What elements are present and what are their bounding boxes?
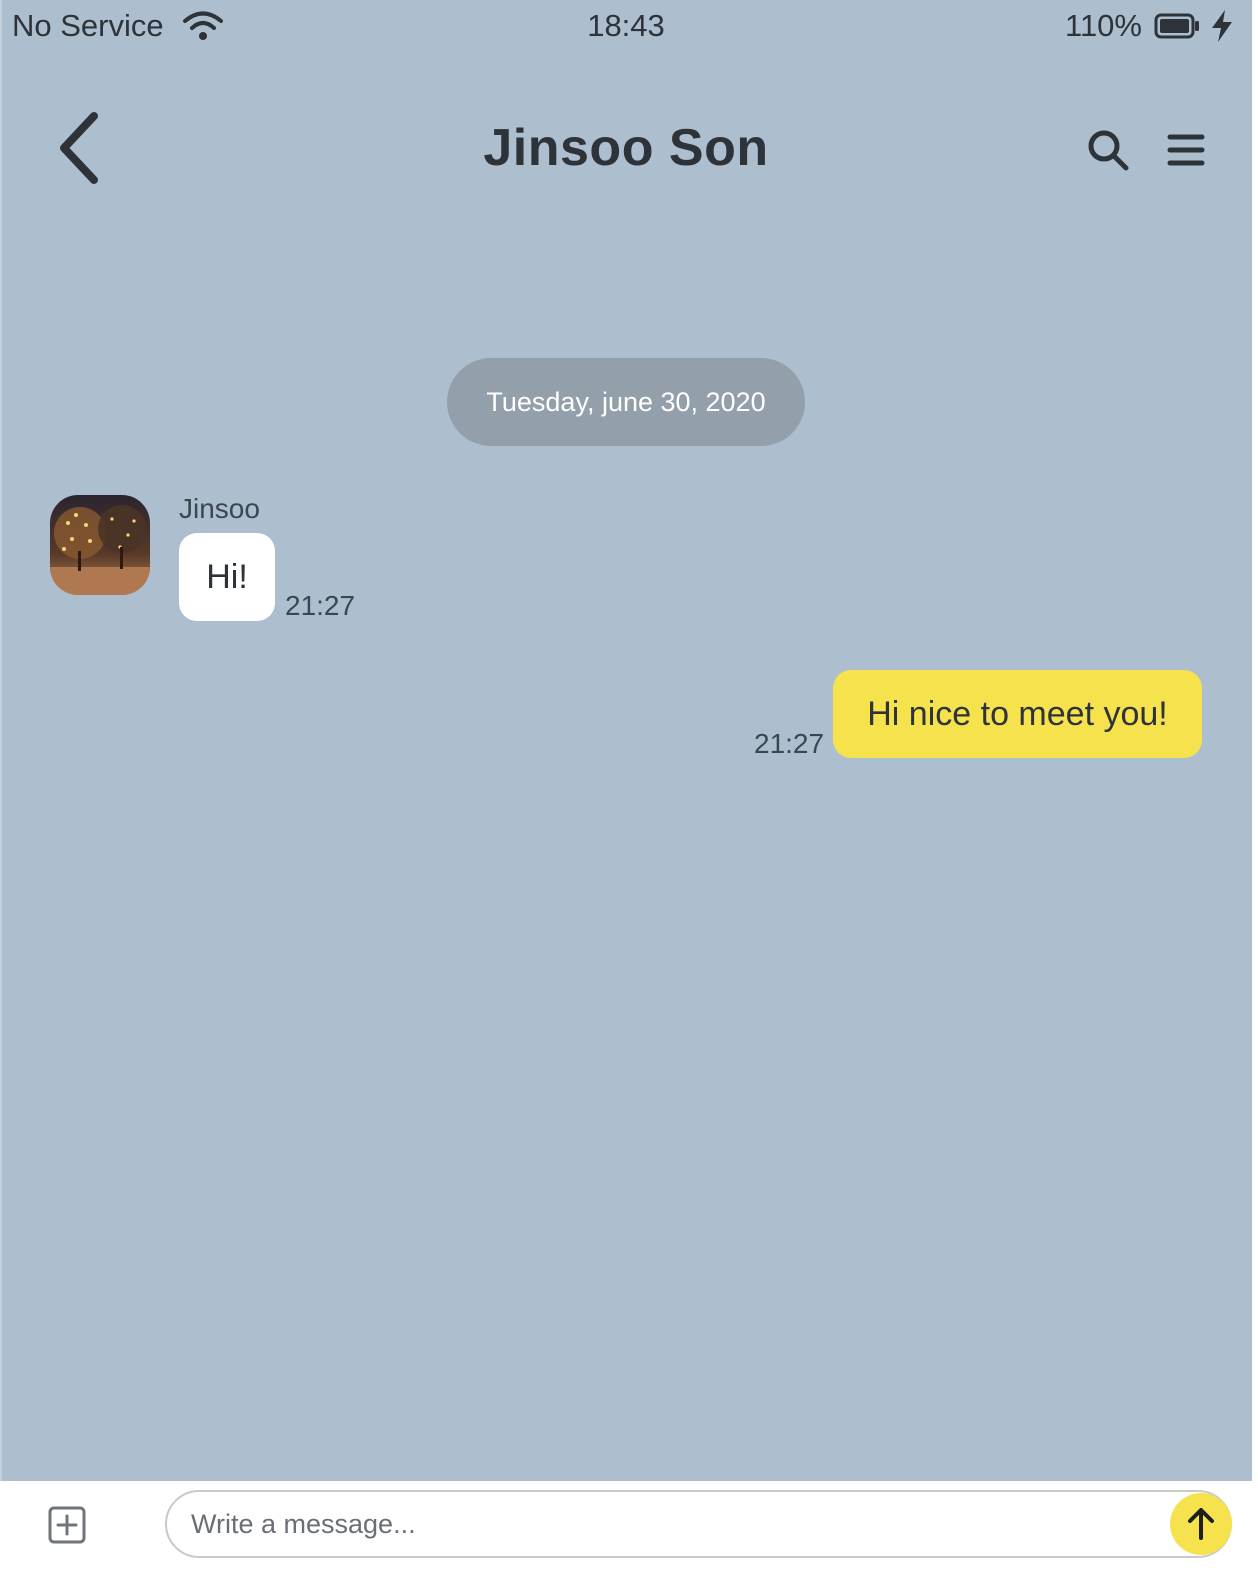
battery-percent: 110% [1065, 8, 1142, 43]
search-button[interactable] [1082, 124, 1134, 176]
status-bar: No Service 18:43 110% [0, 0, 1252, 56]
message-input[interactable] [165, 1490, 1232, 1558]
search-icon [1088, 130, 1129, 171]
send-button[interactable] [1170, 1493, 1232, 1555]
incoming-message-bubble[interactable]: Hi! [179, 533, 275, 621]
attach-button[interactable] [46, 1504, 88, 1546]
message-text: Hi nice to meet you! [867, 694, 1168, 733]
battery-icon [1154, 13, 1200, 39]
date-separator: Tuesday, june 30, 2020 [447, 358, 805, 446]
chat-header: Jinsoo Son [0, 90, 1252, 205]
page-title: Jinsoo Son [483, 119, 769, 177]
message-composer [0, 1481, 1252, 1576]
plus-square-icon [48, 1506, 86, 1544]
avatar[interactable] [50, 495, 150, 595]
left-edge [0, 0, 2, 1481]
right-edge [1252, 0, 1258, 1576]
menu-button[interactable] [1160, 124, 1212, 176]
message-text: Hi! [206, 557, 248, 596]
message-time: 21:27 [285, 590, 356, 621]
message-time: 21:27 [754, 728, 825, 759]
arrow-up-icon [1188, 1508, 1214, 1540]
sender-name: Jinsoo [179, 493, 260, 524]
status-right: 110% [1065, 8, 1234, 44]
charging-bolt-icon [1210, 9, 1234, 43]
hamburger-menu-icon [1167, 134, 1205, 166]
outgoing-message-bubble[interactable]: Hi nice to meet you! [833, 670, 1202, 758]
avatar-image [50, 495, 150, 595]
